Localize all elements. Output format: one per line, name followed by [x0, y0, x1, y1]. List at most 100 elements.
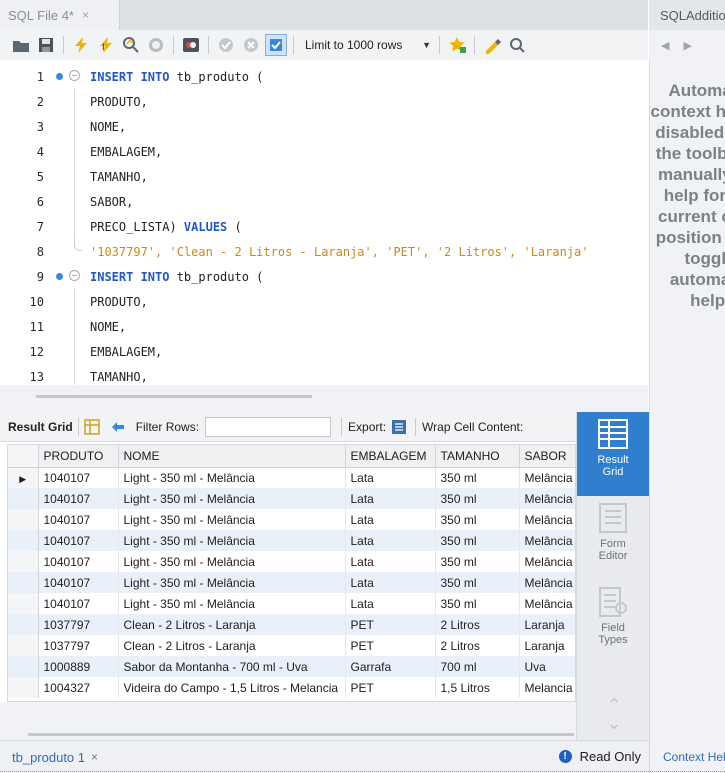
table-row[interactable]: ▶ 1040107 Light - 350 ml - Melância Lata 350…	[8, 467, 575, 488]
result-grid-mode-button[interactable]: Result Grid	[577, 412, 649, 496]
limit-rows-select[interactable]: Limit to 1000 rows ▼	[300, 34, 436, 56]
table-cell[interactable]: Clean - 2 Litros - Laranja	[118, 635, 346, 656]
execute-icon[interactable]	[70, 34, 92, 56]
table-cell[interactable]: 1,5 Litros	[435, 677, 520, 698]
rollback-icon[interactable]	[240, 34, 262, 56]
beautify-icon[interactable]	[481, 34, 503, 56]
table-row[interactable]: 1004327 Videira do Campo - 1,5 Litros - M…	[8, 677, 575, 698]
field-types-mode-button[interactable]: Field Types	[577, 580, 649, 664]
filter-rows-input[interactable]	[205, 416, 332, 437]
autocommit-icon[interactable]	[265, 34, 287, 56]
column-header[interactable]: SABOR	[519, 445, 575, 468]
row-header[interactable]	[8, 656, 39, 677]
table-cell[interactable]: Light - 350 ml - Melância	[118, 593, 346, 614]
table-cell[interactable]: 350 ml	[435, 551, 520, 572]
table-cell[interactable]: 350 ml	[435, 467, 520, 488]
table-row[interactable]: 1037797 Clean - 2 Litros - Laranja PET 2 Li…	[8, 614, 575, 635]
table-cell[interactable]: Garrafa	[345, 656, 436, 677]
table-cell[interactable]: Light - 350 ml - Melância	[118, 488, 346, 509]
table-cell[interactable]: Melância	[519, 488, 575, 509]
table-cell[interactable]: Melancia	[519, 677, 575, 698]
bookmark-star-icon[interactable]	[446, 34, 468, 56]
row-header[interactable]	[8, 677, 39, 698]
table-cell[interactable]: 350 ml	[435, 509, 520, 530]
editor-line[interactable]: 6 SABOR,	[0, 189, 648, 214]
editor-horizontal-scrollbar[interactable]	[0, 385, 648, 412]
find-icon[interactable]	[506, 34, 528, 56]
table-row[interactable]: 1040107 Light - 350 ml - Melância Lata 350 …	[8, 572, 575, 593]
editor-line[interactable]: 4 EMBALAGEM,	[0, 139, 648, 164]
table-cell[interactable]: Lata	[345, 488, 436, 509]
table-cell[interactable]: 1037797	[38, 614, 119, 635]
grid-horizontal-scrollbar[interactable]	[0, 702, 576, 740]
forward-arrow-icon[interactable]: ▶	[683, 39, 691, 52]
table-cell[interactable]: Laranja	[519, 614, 575, 635]
editor-line[interactable]: 2 PRODUTO,	[0, 89, 648, 114]
table-row[interactable]: 1040107 Light - 350 ml - Melância Lata 350 …	[8, 551, 575, 572]
table-cell[interactable]: 2 Litros	[435, 614, 520, 635]
table-row[interactable]: 1040107 Light - 350 ml - Melância Lata 350 …	[8, 509, 575, 530]
stop-icon[interactable]	[145, 34, 167, 56]
folder-icon[interactable]	[10, 34, 32, 56]
row-header[interactable]: ▶	[8, 467, 39, 488]
table-cell[interactable]: Melância	[519, 593, 575, 614]
table-cell[interactable]: 350 ml	[435, 488, 520, 509]
table-cell[interactable]: Sabor da Montanha - 700 ml - Uva	[118, 656, 346, 677]
tab-close-icon[interactable]: ×	[82, 8, 89, 22]
editor-line[interactable]: 3 NOME,	[0, 114, 648, 139]
editor-scroll-thumb[interactable]	[36, 395, 312, 398]
table-cell[interactable]: 350 ml	[435, 593, 520, 614]
table-cell[interactable]: 1004327	[38, 677, 119, 698]
table-row[interactable]: 1000889 Sabor da Montanha - 700 ml - Uva G…	[8, 656, 575, 677]
table-cell[interactable]: 700 ml	[435, 656, 520, 677]
table-cell[interactable]: Light - 350 ml - Melância	[118, 551, 346, 572]
explain-icon[interactable]	[120, 34, 142, 56]
fold-toggle-icon[interactable]: −	[69, 70, 80, 81]
sql-editor[interactable]: 1− INSERT INTO tb_produto (2 PRODUTO, 3 NOME…	[0, 60, 648, 385]
form-editor-mode-button[interactable]: Form Editor	[577, 496, 649, 580]
table-cell[interactable]: 1040107	[38, 530, 119, 551]
table-cell[interactable]: Melância	[519, 530, 575, 551]
row-header[interactable]	[8, 635, 39, 656]
table-cell[interactable]: Light - 350 ml - Melância	[118, 572, 346, 593]
table-cell[interactable]: 350 ml	[435, 530, 520, 551]
table-cell[interactable]: Lata	[345, 551, 436, 572]
column-header[interactable]: TAMANHO	[435, 445, 520, 468]
chevron-up-icon[interactable]: ⌃ ⌄	[599, 696, 629, 736]
table-cell[interactable]: 1040107	[38, 509, 119, 530]
grid-layout-icon[interactable]	[83, 418, 100, 435]
table-cell[interactable]: 1040107	[38, 467, 119, 488]
table-cell[interactable]: 1040107	[38, 488, 119, 509]
grid-scroll-thumb[interactable]	[28, 733, 574, 736]
table-cell[interactable]: Laranja	[519, 635, 575, 656]
table-cell[interactable]: 1040107	[38, 572, 119, 593]
table-cell[interactable]: Melância	[519, 572, 575, 593]
table-cell[interactable]: Lata	[345, 530, 436, 551]
table-cell[interactable]: Melância	[519, 551, 575, 572]
table-cell[interactable]: Lata	[345, 467, 436, 488]
column-header[interactable]: NOME	[118, 445, 346, 468]
table-row[interactable]: 1037797 Clean - 2 Litros - Laranja PET 2 Li…	[8, 635, 575, 656]
table-cell[interactable]: 1037797	[38, 635, 119, 656]
export-icon[interactable]	[391, 419, 409, 435]
tab-sql-file-4[interactable]: SQL File 4* ×	[0, 0, 120, 30]
table-cell[interactable]: 350 ml	[435, 572, 520, 593]
editor-line[interactable]: 5 TAMANHO,	[0, 164, 648, 189]
table-cell[interactable]: PET	[345, 677, 436, 698]
table-cell[interactable]: Melância	[519, 467, 575, 488]
editor-line[interactable]: 11 NOME,	[0, 314, 648, 339]
row-header[interactable]	[8, 593, 39, 614]
table-cell[interactable]: Lata	[345, 593, 436, 614]
editor-line[interactable]: 13 TAMANHO,	[0, 364, 648, 385]
fold-toggle-icon[interactable]: −	[69, 270, 80, 281]
execute-current-icon[interactable]: I	[95, 34, 117, 56]
table-row[interactable]: 1040107 Light - 350 ml - Melância Lata 350 …	[8, 593, 575, 614]
table-cell[interactable]: Melância	[519, 509, 575, 530]
close-icon[interactable]: ×	[91, 750, 98, 764]
table-cell[interactable]: 2 Litros	[435, 635, 520, 656]
editor-line[interactable]: 9 − INSERT INTO tb_produto (	[0, 264, 648, 289]
table-cell[interactable]: Light - 350 ml - Melância	[118, 467, 346, 488]
editor-line[interactable]: 8 '1037797', 'Clean - 2 Litros - Laranja'…	[0, 239, 648, 264]
table-cell[interactable]: 1040107	[38, 593, 119, 614]
table-cell[interactable]: PET	[345, 635, 436, 656]
